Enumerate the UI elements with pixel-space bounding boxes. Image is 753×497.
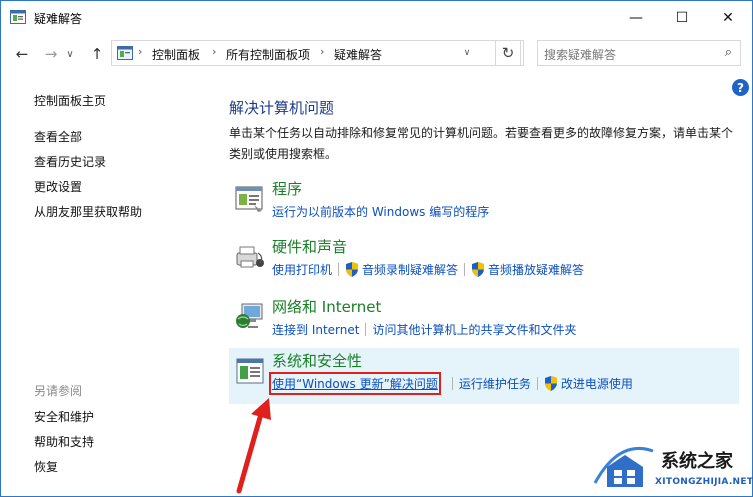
up-button[interactable]: ↑ <box>86 43 108 65</box>
help-icon: ? <box>737 80 744 95</box>
link-divider <box>451 377 453 390</box>
arrow-left-icon: ← <box>15 45 29 63</box>
page-title: 解决计算机问题 <box>229 99 335 117</box>
site-watermark: 系统之家 XITONGZHIJIA.NET <box>591 441 753 497</box>
chevron-down-icon: ∨ <box>66 48 74 60</box>
minimize-button[interactable]: — <box>613 1 659 34</box>
task-link-shared-folders[interactable]: 访问其他计算机上的共享文件和文件夹 <box>372 321 576 338</box>
red-arrow-annotation <box>236 398 271 494</box>
chevron-down-icon: ∨ <box>463 48 471 58</box>
help-button[interactable]: ? <box>732 79 749 96</box>
task-link-audio-recording[interactable]: 音频录制疑难解答 <box>362 261 458 278</box>
search-box[interactable]: 搜索疑难解答 ⌕ <box>537 40 741 66</box>
maximize-button[interactable]: ☐ <box>659 1 705 34</box>
back-button[interactable]: ← <box>11 43 33 65</box>
refresh-icon: ↻ <box>501 44 515 62</box>
category-title[interactable]: 硬件和声音 <box>272 236 347 257</box>
breadcrumb-separator: › <box>320 45 325 58</box>
control-panel-icon <box>117 46 133 60</box>
link-divider <box>338 263 340 276</box>
system-security-icon <box>236 358 264 384</box>
uac-shield-icon <box>544 376 557 391</box>
watermark-house-icon <box>593 446 654 487</box>
category-hardware-sound: 硬件和声音 使用打印机 音频录制疑难解答 音频播放疑难解答 <box>229 234 739 290</box>
forward-button[interactable]: → <box>40 43 62 65</box>
task-link-connect-internet[interactable]: 连接到 Internet <box>272 321 359 338</box>
search-icon[interactable]: ⌕ <box>725 45 732 60</box>
sidebar-item-security-maintenance[interactable]: 安全和维护 <box>34 408 94 425</box>
search-input[interactable]: 搜索疑难解答 <box>544 46 616 63</box>
task-link-power-usage[interactable]: 改进电源使用 <box>561 375 633 392</box>
task-link-maintenance[interactable]: 运行维护任务 <box>459 375 531 392</box>
sidebar-item-change-settings[interactable]: 更改设置 <box>34 178 82 195</box>
breadcrumb-all-items[interactable]: 所有控制面板项 <box>226 46 310 63</box>
uac-shield-icon <box>472 262 485 277</box>
breadcrumb-separator: › <box>138 45 143 58</box>
sidebar-item-help-support[interactable]: 帮助和支持 <box>34 433 94 450</box>
link-divider <box>536 377 538 390</box>
page-description: 单击某个任务以自动排除和修复常见的计算机问题。若要查看更多的故障修复方案，请单击… <box>229 126 734 161</box>
close-icon: ✕ <box>722 9 734 26</box>
network-icon <box>236 303 263 328</box>
sidebar-item-recovery[interactable]: 恢复 <box>34 458 58 475</box>
troubleshooting-app-icon <box>10 10 26 24</box>
task-link-run-old-programs[interactable]: 运行为以前版本的 Windows 编写的程序 <box>272 203 489 220</box>
title-bar: 疑难解答 — ☐ ✕ <box>1 1 752 34</box>
category-title[interactable]: 程序 <box>272 178 302 199</box>
category-title[interactable]: 系统和安全性 <box>272 350 362 371</box>
category-system-security: 系统和安全性 使用“Windows 更新”解决问题 运行维护任务 改进电源使用 <box>229 348 739 404</box>
recent-locations-button[interactable]: ∨ <box>63 43 77 65</box>
window-title: 疑难解答 <box>34 12 83 26</box>
link-divider <box>365 323 367 336</box>
refresh-button[interactable]: ↻ <box>495 40 521 66</box>
task-link-audio-playback[interactable]: 音频播放疑难解答 <box>488 261 584 278</box>
sidebar-item-view-all[interactable]: 查看全部 <box>34 128 82 145</box>
uac-shield-icon <box>346 262 359 277</box>
hardware-sound-icon <box>236 246 264 268</box>
sidebar-item-view-history[interactable]: 查看历史记录 <box>34 153 106 170</box>
close-button[interactable]: ✕ <box>705 1 751 34</box>
arrow-right-icon: → <box>44 45 58 63</box>
task-link-windows-update[interactable]: 使用“Windows 更新”解决问题 <box>269 372 441 395</box>
programs-icon <box>235 186 263 212</box>
sidebar-item-control-panel-home[interactable]: 控制面板主页 <box>34 92 106 109</box>
breadcrumb-separator: › <box>212 45 217 58</box>
category-title[interactable]: 网络和 Internet <box>272 296 381 317</box>
sidebar: 控制面板主页 查看全部 查看历史记录 更改设置 从朋友那里获取帮助 另请参阅 安… <box>1 74 216 496</box>
category-network-internet: 网络和 Internet 连接到 Internet 访问其他计算机上的共享文件和文… <box>229 294 739 350</box>
sidebar-item-get-help-from-friend[interactable]: 从朋友那里获取帮助 <box>34 203 142 220</box>
watermark-url: XITONGZHIJIA.NET <box>655 477 753 487</box>
breadcrumb-control-panel[interactable]: 控制面板 <box>152 46 200 63</box>
link-divider <box>464 263 466 276</box>
see-also-heading: 另请参阅 <box>34 384 83 398</box>
task-link-use-printer[interactable]: 使用打印机 <box>272 261 332 278</box>
category-programs: 程序 运行为以前版本的 Windows 编写的程序 <box>229 176 739 232</box>
troubleshooting-window: 疑难解答 — ☐ ✕ ← → ∨ ↑ › 控制面板 › 所有控制面板项 › 疑难… <box>0 0 753 497</box>
maximize-icon: ☐ <box>675 9 689 26</box>
arrow-up-icon: ↑ <box>90 45 104 63</box>
breadcrumb-troubleshooting[interactable]: 疑难解答 <box>334 46 382 63</box>
minimize-icon: — <box>629 9 643 26</box>
watermark-text: 系统之家 <box>661 451 733 472</box>
navigation-bar: ← → ∨ ↑ › 控制面板 › 所有控制面板项 › 疑难解答 ∨ ↻ 搜索疑难… <box>1 34 752 74</box>
address-dropdown-button[interactable]: ∨ <box>458 40 476 66</box>
